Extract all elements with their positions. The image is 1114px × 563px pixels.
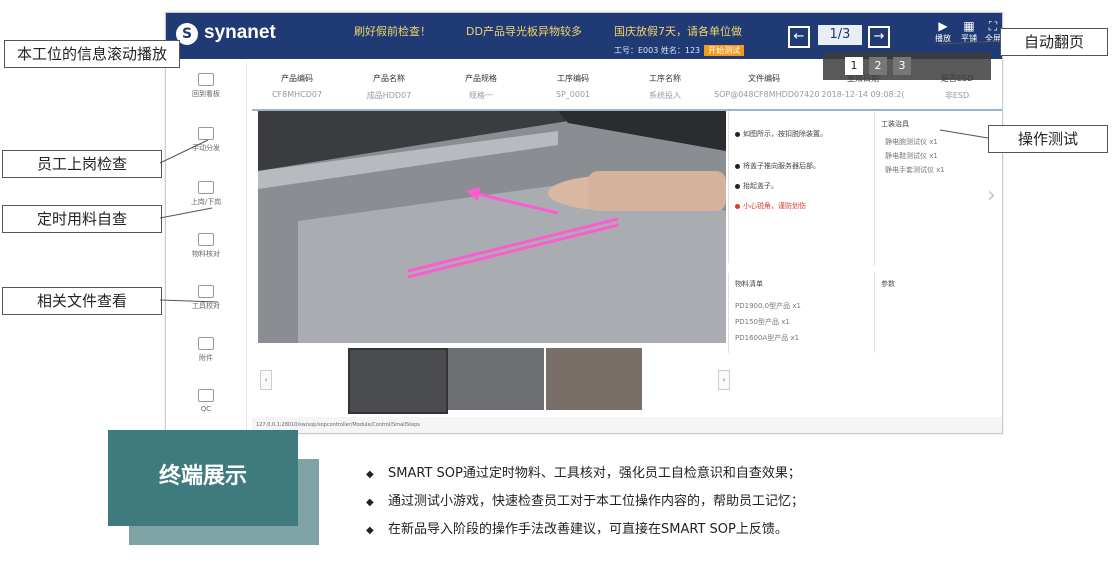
bullet-text: 通过测试小游戏，快速检查员工对于本工位操作内容的，帮助员工记忆；	[388, 494, 805, 509]
bullet-text: 在新品导入阶段的操作手法改善建议，可直接在SMART SOP上反馈。	[388, 522, 788, 537]
bullet-line: ◆ 在新品导入阶段的操作手法改善建议，可直接在SMART SOP上反馈。	[366, 518, 788, 537]
bullet-line: ◆ SMART SOP通过定时物料、工具核对，强化员工自检意识和自查效果；	[366, 462, 801, 481]
bullet-line: ◆ 通过测试小游戏，快速检查员工对于本工位操作内容的，帮助员工记忆；	[366, 490, 804, 509]
diamond-bullet-icon: ◆	[366, 525, 374, 536]
diamond-bullet-icon: ◆	[366, 469, 374, 480]
diamond-bullet-icon: ◆	[366, 497, 374, 508]
bullet-text: SMART SOP通过定时物料、工具核对，强化员工自检意识和自查效果；	[388, 466, 801, 481]
section-title: 终端展示	[158, 464, 247, 489]
